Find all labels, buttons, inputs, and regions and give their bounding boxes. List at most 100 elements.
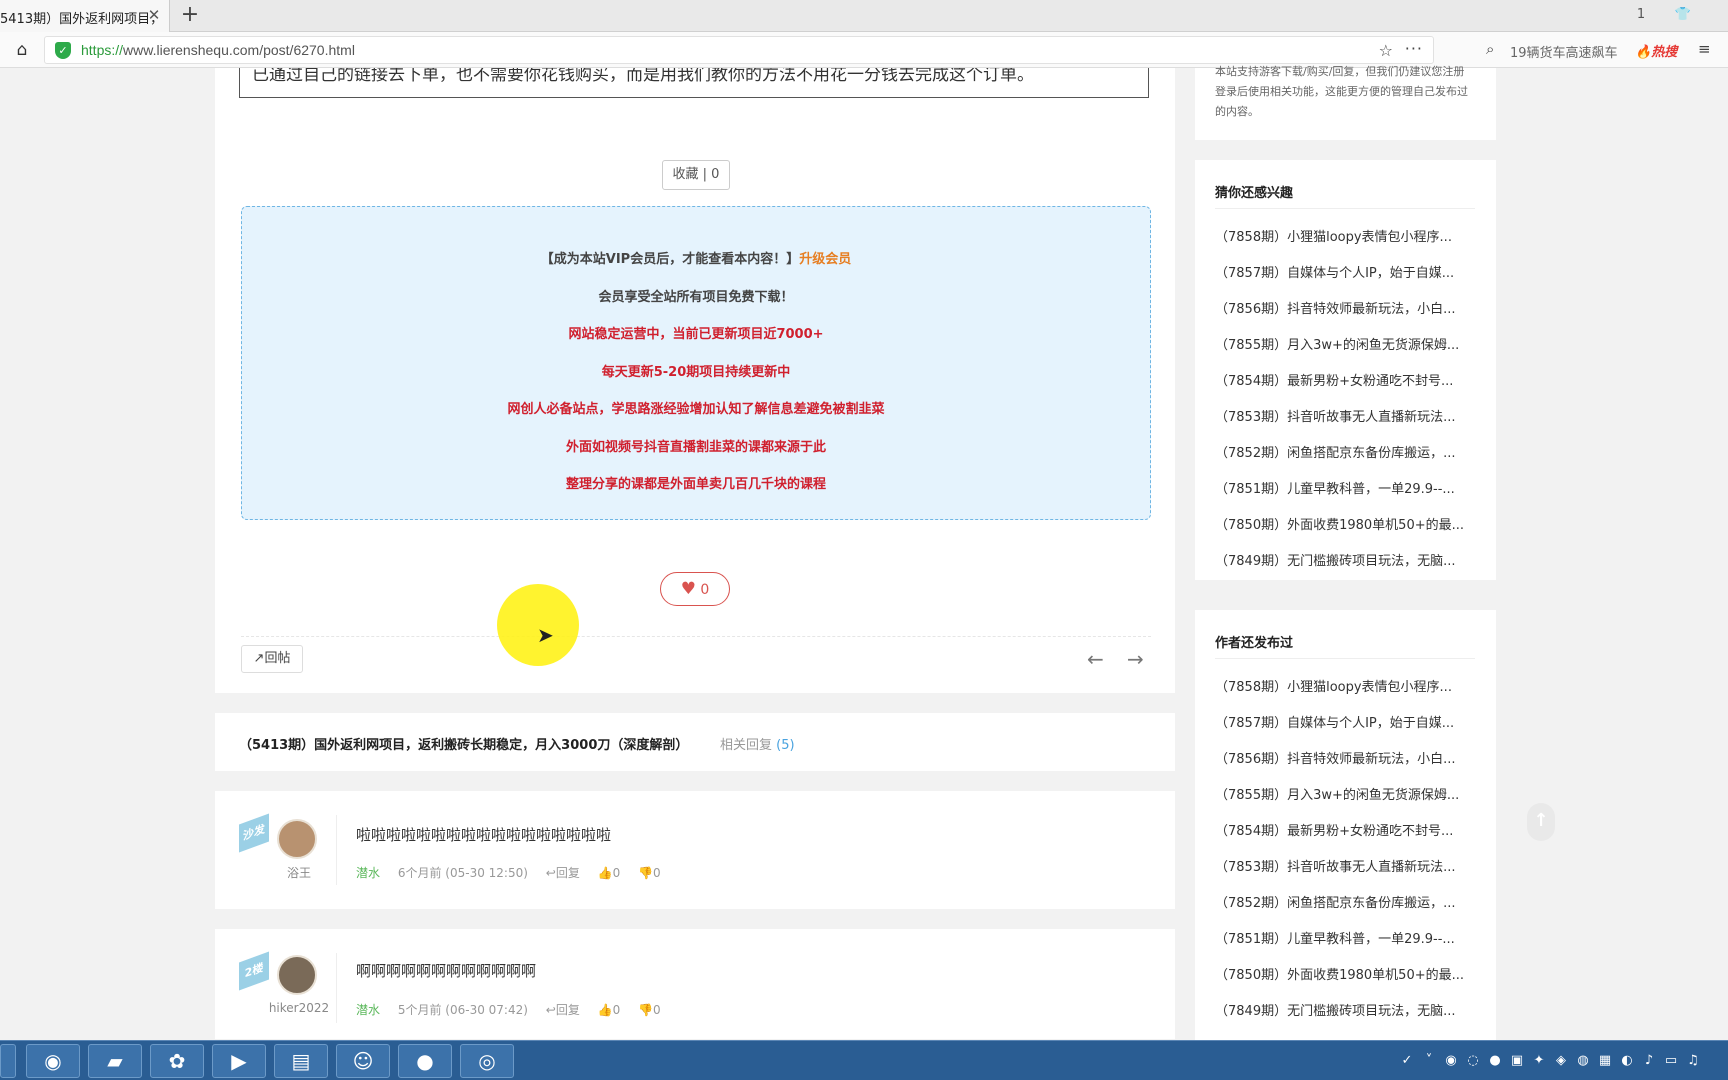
home-icon[interactable]: ⌂ — [12, 40, 32, 60]
search-icon[interactable]: ⌕ — [1486, 40, 1494, 58]
comment-meta: 潜水 6个月前 (05-30 12:50) ↩回复 👍0 👎0 — [356, 864, 661, 881]
sidebar-notice-card: 本站支持游客下载/购买/回复，但我们仍建议您注册登录后使用相关功能，这能更方便的… — [1195, 65, 1496, 140]
qq-app-icon[interactable]: ☺ — [336, 1044, 390, 1078]
tab-title: 5413期）国外返利网项目， — [0, 12, 164, 27]
next-post-icon[interactable]: → — [1127, 647, 1144, 671]
hot-search-badge[interactable]: 🔥热搜 — [1635, 41, 1677, 60]
prev-post-icon[interactable]: ← — [1087, 647, 1104, 671]
share-icon: ↗ — [253, 651, 265, 666]
divider — [1215, 658, 1475, 659]
heart-icon: ♥ — [680, 579, 696, 599]
related-replies: 相关回复 (5) — [720, 738, 795, 753]
sidebar-link[interactable]: （7852期）闲鱼搭配京东备份库搬运，... — [1215, 886, 1479, 922]
author-title: 作者还发布过 — [1215, 636, 1294, 651]
comment-text: 啦啦啦啦啦啦啦啦啦啦啦啦啦啦啦啦啦 — [356, 826, 612, 844]
vip-notice-line: 【成为本站VIP会员后，才能查看本内容！】升级会员 — [540, 252, 852, 267]
cursor-icon: ➤ — [537, 623, 554, 647]
floor-badge: 2楼 — [239, 951, 269, 991]
browser-tab[interactable]: 5413期）国外返利网项目， ✕ — [0, 0, 170, 32]
level-badge: 潜水 — [356, 866, 381, 880]
guess-you-like-card: 猜你还感兴趣 （7858期）小狸猫loopy表情包小程序... （7857期）自媒… — [1195, 160, 1496, 580]
url-text: https://www.lierenshequ.com/post/6270.ht… — [81, 42, 355, 58]
sidebar-link[interactable]: （7849期）无门槛搬砖项目玩法，无脑... — [1215, 544, 1479, 580]
upvote-button[interactable]: 👍0 — [598, 1003, 621, 1017]
upvote-button[interactable]: 👍0 — [598, 866, 621, 880]
sidebar-link[interactable]: （7858期）小狸猫loopy表情包小程序... — [1215, 670, 1479, 706]
sidebar-link[interactable]: （7853期）抖音听故事无人直播新玩法... — [1215, 850, 1479, 886]
shield-icon: ✓ — [55, 42, 71, 59]
sidebar-link[interactable]: （7851期）儿童早教科普，一单29.9--... — [1215, 472, 1479, 508]
vip-info-line: 每天更新5-20期项目持续更新中 — [601, 365, 791, 380]
back-to-top-button[interactable]: ↑ — [1527, 803, 1555, 841]
sidebar-link[interactable]: （7850期）外面收费1980单机50+的最... — [1215, 508, 1479, 544]
upgrade-vip-link[interactable]: 升级会员 — [799, 252, 851, 267]
vip-info-line: 网创人必备站点，学思路涨经验增加认知了解信息差避免被割韭菜 — [507, 402, 885, 417]
comment-time: 6个月前 (05-30 12:50) — [397, 866, 528, 880]
folder-app-icon[interactable]: ▤ — [274, 1044, 328, 1078]
start-button[interactable] — [0, 1044, 16, 1078]
comment-item: 沙发 浴王 啦啦啦啦啦啦啦啦啦啦啦啦啦啦啦啦啦 潜水 6个月前 (05-30 1… — [215, 791, 1175, 909]
sidebar-link[interactable]: （7857期）自媒体与个人IP，始于自媒... — [1215, 706, 1479, 742]
sidebar-link[interactable]: （7856期）抖音特效师最新玩法，小白... — [1215, 292, 1479, 328]
comment-item: 2楼 hiker2022 啊啊啊啊啊啊啊啊啊啊啊啊 潜水 5个月前 (06-30… — [215, 929, 1175, 1039]
more-icon[interactable]: ··· — [1405, 39, 1423, 58]
sidebar-link[interactable]: （7857期）自媒体与个人IP，始于自媒... — [1215, 256, 1479, 292]
vip-benefit-line: 会员享受全站所有项目免费下载！ — [598, 290, 794, 305]
downvote-button[interactable]: 👎0 — [638, 1003, 661, 1017]
sidebar-link[interactable]: （7852期）闲鱼搭配京东备份库搬运，... — [1215, 436, 1479, 472]
browser-app-icon[interactable]: ◉ — [26, 1044, 80, 1078]
sidebar-link[interactable]: （7853期）抖音听故事无人直播新玩法... — [1215, 400, 1479, 436]
avatar[interactable] — [277, 955, 317, 995]
reply-button[interactable]: ↩回复 — [546, 866, 580, 880]
sidebar-link[interactable]: （7855期）月入3w+的闲鱼无货源保姆... — [1215, 328, 1479, 364]
browser-tab-bar: 5413期）国外返利网项目， ✕ + 1 👕 — [0, 0, 1728, 32]
downvote-button[interactable]: 👎0 — [638, 866, 661, 880]
sidebar-link[interactable]: （7854期）最新男粉+女粉通吃不封号... — [1215, 364, 1479, 400]
reply-button[interactable]: ↩回复 — [546, 1003, 580, 1017]
sidebar-notice-text: 本站支持游客下载/购买/回复，但我们仍建议您注册登录后使用相关功能，这能更方便的… — [1215, 65, 1468, 118]
comment-time: 5个月前 (06-30 07:42) — [397, 1003, 528, 1017]
level-badge: 潜水 — [356, 1003, 381, 1017]
avatar[interactable] — [277, 819, 317, 859]
window-number-icon[interactable]: 1 — [1630, 4, 1652, 26]
vip-info-line: 外面如视频号抖音直播割韭菜的课都来源于此 — [565, 440, 826, 455]
sidebar-link[interactable]: （7849期）无门槛搬砖项目玩法，无脑... — [1215, 994, 1479, 1030]
guess-title: 猜你还感兴趣 — [1215, 186, 1294, 201]
collect-button[interactable]: 收藏 | 0 — [662, 160, 730, 190]
comment-text: 啊啊啊啊啊啊啊啊啊啊啊啊 — [356, 962, 537, 980]
author-list: （7858期）小狸猫loopy表情包小程序... （7857期）自媒体与个人IP，… — [1215, 670, 1479, 1030]
search-input[interactable]: 19辆货车高速飙车 — [1510, 42, 1618, 61]
sidebar-link[interactable]: （7855期）月入3w+的闲鱼无货源保姆... — [1215, 778, 1479, 814]
colorful-app-icon[interactable]: ◎ — [460, 1044, 514, 1078]
divider — [336, 815, 337, 885]
media-app-icon[interactable]: ▶ — [212, 1044, 266, 1078]
system-tray[interactable]: ✓ ˅ ◉ ◌ ● ▣ ✦ ◈ ◍ ▦ ◐ ♪ ▭ ♫ — [1396, 1041, 1728, 1080]
topic-bar: （5413期）国外返利网项目，返利搬砖长期稳定，月入3000刀（深度解剖） 相关… — [215, 713, 1175, 771]
recorder-app-icon[interactable]: ● — [398, 1044, 452, 1078]
url-input[interactable]: ✓ https://www.lierenshequ.com/post/6270.… — [44, 36, 1434, 64]
close-icon[interactable]: ✕ — [145, 5, 163, 25]
network-app-icon[interactable]: ✿ — [150, 1044, 204, 1078]
sidebar-link[interactable]: （7858期）小狸猫loopy表情包小程序... — [1215, 220, 1479, 256]
username[interactable]: hiker2022 — [255, 1001, 343, 1015]
quote-box: 已通过自己的链接去下单，也不需要你花钱购买，而是用我们教你的方法不用花一分钱去完… — [239, 68, 1149, 98]
skin-icon[interactable]: 👕 — [1672, 4, 1694, 26]
like-count: 0 — [700, 582, 710, 598]
menu-icon[interactable]: ≡ — [1698, 40, 1711, 58]
article-card: 已通过自己的链接去下单，也不需要你花钱购买，而是用我们教你的方法不用花一分钱去完… — [215, 68, 1175, 693]
new-tab-button[interactable]: + — [178, 3, 202, 27]
username[interactable]: 浴王 — [255, 864, 343, 881]
notes-app-icon[interactable]: ▰ — [88, 1044, 142, 1078]
sidebar-link[interactable]: （7851期）儿童早教科普，一单29.9--... — [1215, 922, 1479, 958]
sidebar-link[interactable]: （7854期）最新男粉+女粉通吃不封号... — [1215, 814, 1479, 850]
sidebar-link[interactable]: （7850期）外面收费1980单机50+的最... — [1215, 958, 1479, 994]
like-button[interactable]: ♥ 0 — [660, 572, 730, 606]
taskbar: ◉ ▰ ✿ ▶ ▤ ☺ ● ◎ ✓ ˅ ◉ ◌ ● ▣ ✦ ◈ ◍ ▦ ◐ ♪ ▭ ♫ — [0, 1040, 1728, 1080]
sidebar-link[interactable]: （7856期）抖音特效师最新玩法，小白... — [1215, 742, 1479, 778]
divider — [336, 953, 337, 1023]
guess-list: （7858期）小狸猫loopy表情包小程序... （7857期）自媒体与个人IP，… — [1215, 220, 1479, 580]
star-icon[interactable]: ☆ — [1379, 41, 1393, 60]
divider — [1215, 208, 1475, 209]
topic-title: （5413期）国外返利网项目，返利搬砖长期稳定，月入3000刀（深度解剖） — [239, 738, 689, 753]
reply-post-button[interactable]: ↗回帖 — [241, 645, 303, 673]
